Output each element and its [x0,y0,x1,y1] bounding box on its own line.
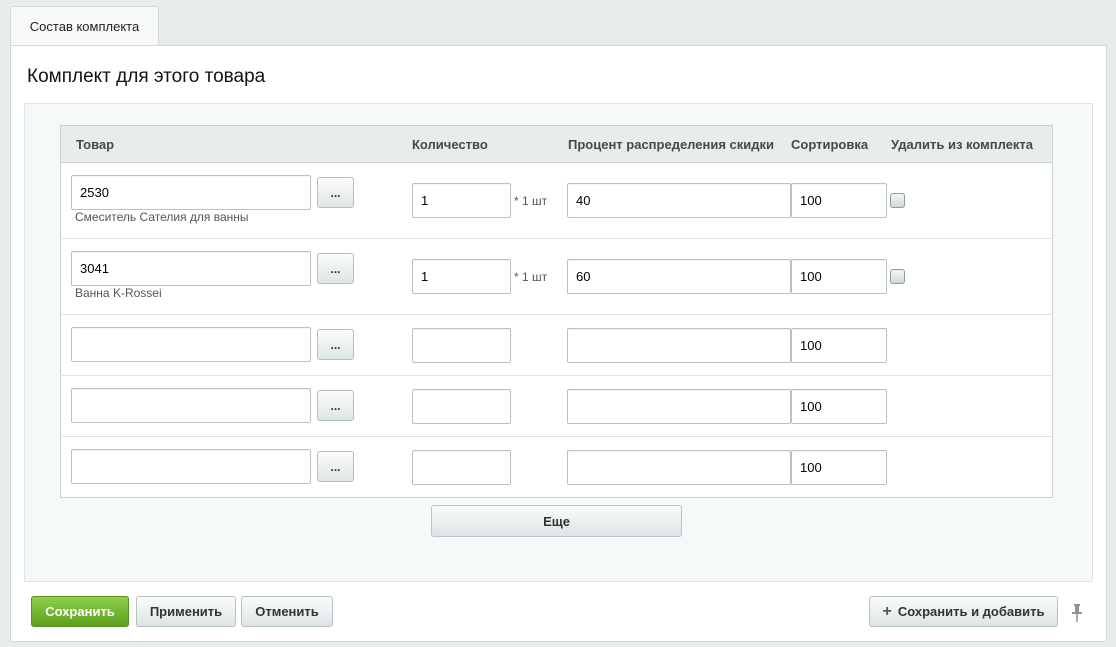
more-rows-button[interactable]: Еще [431,505,682,537]
quantity-input[interactable]: 1 [412,183,511,218]
main-panel: Комплект для этого товара Товар Количест… [10,45,1107,642]
product-name: Ванна K-Rossei [75,286,162,300]
header-quantity: Количество [406,125,564,163]
tab-label: Состав комплекта [29,19,140,34]
header-sort: Сортировка [791,125,888,163]
quantity-input[interactable] [412,449,511,485]
header-product: Товар [60,125,406,163]
sort-input[interactable]: 100 [791,449,887,485]
sort-input[interactable]: 100 [791,259,887,294]
apply-button[interactable]: Применить [136,596,236,627]
save-button[interactable]: Сохранить [31,596,129,627]
table-row: 2530 ... Смеситель Сателия для ванны 1 *… [60,162,1053,239]
save-and-add-button[interactable]: + Сохранить и добавить [869,596,1058,627]
unit-label: * 1 шт [514,193,548,208]
cancel-button[interactable]: Отменить [241,596,333,627]
table-row: ... 100 [60,314,1053,376]
table-row: 3041 ... Ванна K-Rossei 1 * 1 шт 60 100 [60,238,1053,315]
pin-icon[interactable] [1071,604,1083,622]
table-row: ... 100 [61,437,1053,498]
section-title: Комплект для этого товара [27,66,266,87]
product-name: Смеситель Сателия для ванны [75,210,249,224]
select-product-button[interactable]: ... [317,390,354,421]
save-and-add-label: Сохранить и добавить [897,604,1045,619]
product-id-input[interactable]: 2530 [71,175,311,210]
sort-input[interactable]: 100 [791,327,887,363]
discount-percent-input[interactable] [567,327,791,363]
discount-percent-input[interactable] [567,449,791,485]
table-header-row: Товар Количество Процент распределения с… [60,125,1053,163]
select-product-button[interactable]: ... [317,253,354,284]
quantity-input[interactable] [412,388,511,424]
product-id-input[interactable] [71,327,311,362]
kit-table: Товар Количество Процент распределения с… [60,125,1053,498]
select-product-button[interactable]: ... [317,329,354,360]
select-product-button[interactable]: ... [317,451,354,482]
tab-strip: Состав комплекта [0,0,1116,46]
remove-checkbox[interactable] [890,269,905,284]
quantity-input[interactable] [412,327,511,363]
product-id-input[interactable] [71,449,311,484]
select-product-button[interactable]: ... [317,177,354,208]
remove-checkbox[interactable] [890,193,905,208]
table-row: ... 100 [60,375,1053,437]
discount-percent-input[interactable]: 60 [567,259,791,294]
header-remove: Удалить из комплекта [888,125,1053,163]
discount-percent-input[interactable]: 40 [567,183,791,218]
header-discount-percent: Процент распределения скидки [564,125,791,163]
kit-editor: Товар Количество Процент распределения с… [24,103,1093,582]
product-id-input[interactable] [71,388,311,423]
sort-input[interactable]: 100 [791,183,887,218]
product-id-input[interactable]: 3041 [71,251,311,286]
tab-kit-composition[interactable]: Состав комплекта [10,6,159,46]
plus-icon: + [882,602,892,620]
unit-label: * 1 шт [514,269,548,284]
sort-input[interactable]: 100 [791,388,887,424]
quantity-input[interactable]: 1 [412,259,511,294]
discount-percent-input[interactable] [567,388,791,424]
